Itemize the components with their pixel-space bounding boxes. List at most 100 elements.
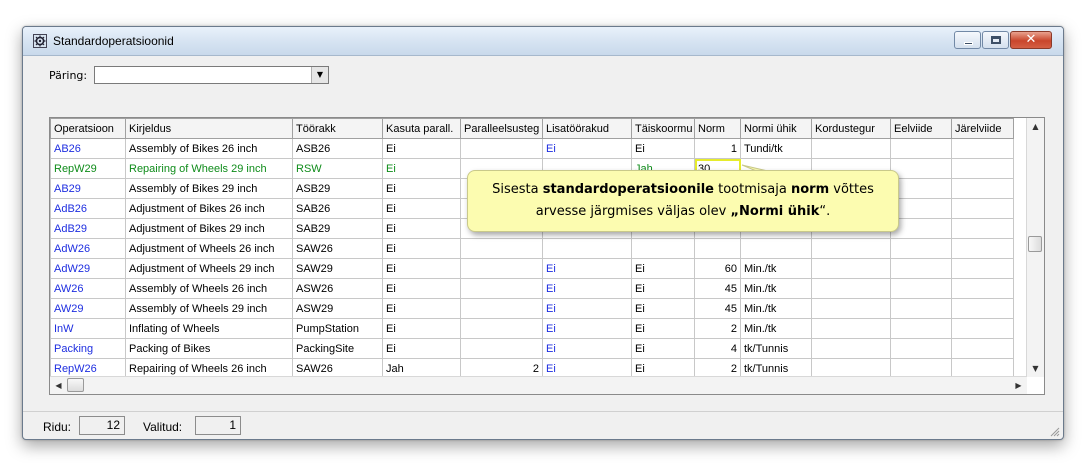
- cell-extra[interactable]: Ei: [542, 258, 632, 279]
- cell-empty[interactable]: [890, 178, 952, 199]
- cell-empty[interactable]: [811, 258, 891, 279]
- cell-empty[interactable]: [890, 218, 952, 239]
- title-bar[interactable]: Standardoperatsioonid ✕: [23, 27, 1063, 56]
- cell-par[interactable]: Ei: [382, 338, 461, 359]
- cell-op[interactable]: AB26: [50, 138, 126, 159]
- cell-empty[interactable]: [951, 138, 1014, 159]
- column-header[interactable]: Lisatöörakud: [542, 118, 632, 139]
- cell-extra[interactable]: Ei: [542, 318, 632, 339]
- column-header[interactable]: Norm: [694, 118, 741, 139]
- vertical-scrollbar[interactable]: ▲ ▼: [1026, 118, 1044, 377]
- cell-empty[interactable]: [890, 198, 952, 219]
- cell-norm[interactable]: [694, 238, 741, 259]
- cell-empty[interactable]: [951, 238, 1014, 259]
- cell-desc[interactable]: Inflating of Wheels: [125, 318, 293, 339]
- cell-full[interactable]: Ei: [631, 298, 695, 319]
- table-row[interactable]: AW26 Assembly of Wheels 26 inch ASW26 Ei Ei E…: [50, 278, 1014, 299]
- cell-unit[interactable]: Min./tk: [740, 258, 812, 279]
- cell-empty[interactable]: [951, 298, 1014, 319]
- cell-empty[interactable]: [811, 278, 891, 299]
- chevron-down-icon[interactable]: ▼: [311, 67, 328, 83]
- cell-extra[interactable]: Ei: [542, 278, 632, 299]
- cell-full[interactable]: [631, 238, 695, 259]
- cell-deg[interactable]: [460, 238, 543, 259]
- cell-desc[interactable]: Packing of Bikes: [125, 338, 293, 359]
- cell-par[interactable]: Ei: [382, 178, 461, 199]
- cell-desc[interactable]: Adjustment of Bikes 26 inch: [125, 198, 293, 219]
- cell-norm[interactable]: 2: [694, 318, 741, 339]
- cell-empty[interactable]: [890, 338, 952, 359]
- cell-cell[interactable]: PumpStation: [292, 318, 383, 339]
- cell-unit[interactable]: [740, 238, 812, 259]
- column-header[interactable]: Normi ühik: [740, 118, 812, 139]
- cell-par[interactable]: Ei: [382, 158, 461, 179]
- cell-op[interactable]: AdB26: [50, 198, 126, 219]
- cell-unit[interactable]: tk/Tunnis: [740, 338, 812, 359]
- resize-grip-icon[interactable]: [1050, 427, 1060, 437]
- cell-cell[interactable]: ASB29: [292, 178, 383, 199]
- cell-par[interactable]: Ei: [382, 298, 461, 319]
- horizontal-scroll-thumb[interactable]: [67, 378, 84, 392]
- cell-empty[interactable]: [890, 238, 952, 259]
- cell-empty[interactable]: [951, 178, 1014, 199]
- vertical-scroll-thumb[interactable]: [1028, 236, 1042, 252]
- cell-empty[interactable]: [811, 238, 891, 259]
- cell-desc[interactable]: Adjustment of Bikes 29 inch: [125, 218, 293, 239]
- cell-desc[interactable]: Assembly of Wheels 26 inch: [125, 278, 293, 299]
- cell-par[interactable]: Ei: [382, 258, 461, 279]
- cell-op[interactable]: AW26: [50, 278, 126, 299]
- cell-op[interactable]: AW29: [50, 298, 126, 319]
- cell-empty[interactable]: [951, 218, 1014, 239]
- cell-deg[interactable]: [460, 138, 543, 159]
- cell-full[interactable]: Ei: [631, 338, 695, 359]
- cell-op[interactable]: AdW26: [50, 238, 126, 259]
- cell-empty[interactable]: [811, 318, 891, 339]
- scroll-left-icon[interactable]: ◀: [50, 377, 67, 394]
- column-header[interactable]: Operatsioon: [50, 118, 126, 139]
- cell-desc[interactable]: Adjustment of Wheels 29 inch: [125, 258, 293, 279]
- cell-full[interactable]: Ei: [631, 278, 695, 299]
- table-row[interactable]: Packing Packing of Bikes PackingSite Ei Ei Ei…: [50, 338, 1014, 359]
- cell-cell[interactable]: ASB26: [292, 138, 383, 159]
- minimize-button[interactable]: [954, 31, 981, 49]
- cell-empty[interactable]: [951, 258, 1014, 279]
- cell-cell[interactable]: SAW26: [292, 238, 383, 259]
- table-row[interactable]: AB26 Assembly of Bikes 26 inch ASB26 Ei Ei Ei…: [50, 138, 1014, 159]
- scroll-right-icon[interactable]: ▶: [1010, 377, 1027, 394]
- table-row[interactable]: AdW26 Adjustment of Wheels 26 inch SAW26 Ei: [50, 238, 1014, 259]
- cell-cell[interactable]: SAB26: [292, 198, 383, 219]
- cell-empty[interactable]: [890, 258, 952, 279]
- cell-norm[interactable]: 1: [694, 138, 741, 159]
- cell-norm[interactable]: 45: [694, 298, 741, 319]
- cell-op[interactable]: AdW29: [50, 258, 126, 279]
- column-header[interactable]: Töörakk: [292, 118, 383, 139]
- column-header[interactable]: Järelviide: [951, 118, 1014, 139]
- operations-grid[interactable]: Operatsioon Kirjeldus Töörakk Kasuta parall…: [49, 117, 1045, 395]
- column-header[interactable]: Paralleelsusteg: [460, 118, 543, 139]
- cell-deg[interactable]: [460, 338, 543, 359]
- table-row[interactable]: AdW29 Adjustment of Wheels 29 inch SAW29 Ei…: [50, 258, 1014, 279]
- cell-empty[interactable]: [811, 298, 891, 319]
- maximize-button[interactable]: [982, 31, 1009, 49]
- cell-full[interactable]: Ei: [631, 258, 695, 279]
- cell-desc[interactable]: Adjustment of Wheels 26 inch: [125, 238, 293, 259]
- cell-norm[interactable]: 60: [694, 258, 741, 279]
- cell-deg[interactable]: [460, 298, 543, 319]
- scroll-up-icon[interactable]: ▲: [1027, 118, 1044, 135]
- cell-cell[interactable]: SAB29: [292, 218, 383, 239]
- cell-deg[interactable]: [460, 318, 543, 339]
- cell-empty[interactable]: [951, 278, 1014, 299]
- scroll-down-icon[interactable]: ▼: [1027, 360, 1044, 377]
- cell-cell[interactable]: SAW29: [292, 258, 383, 279]
- cell-empty[interactable]: [890, 158, 952, 179]
- cell-par[interactable]: Ei: [382, 218, 461, 239]
- cell-desc[interactable]: Assembly of Wheels 29 inch: [125, 298, 293, 319]
- cell-desc[interactable]: Assembly of Bikes 29 inch: [125, 178, 293, 199]
- cell-par[interactable]: Ei: [382, 198, 461, 219]
- cell-extra[interactable]: Ei: [542, 298, 632, 319]
- cell-desc[interactable]: Repairing of Wheels 29 inch: [125, 158, 293, 179]
- cell-extra[interactable]: [542, 238, 632, 259]
- cell-unit[interactable]: Min./tk: [740, 298, 812, 319]
- cell-op[interactable]: RepW29: [50, 158, 126, 179]
- cell-par[interactable]: Ei: [382, 278, 461, 299]
